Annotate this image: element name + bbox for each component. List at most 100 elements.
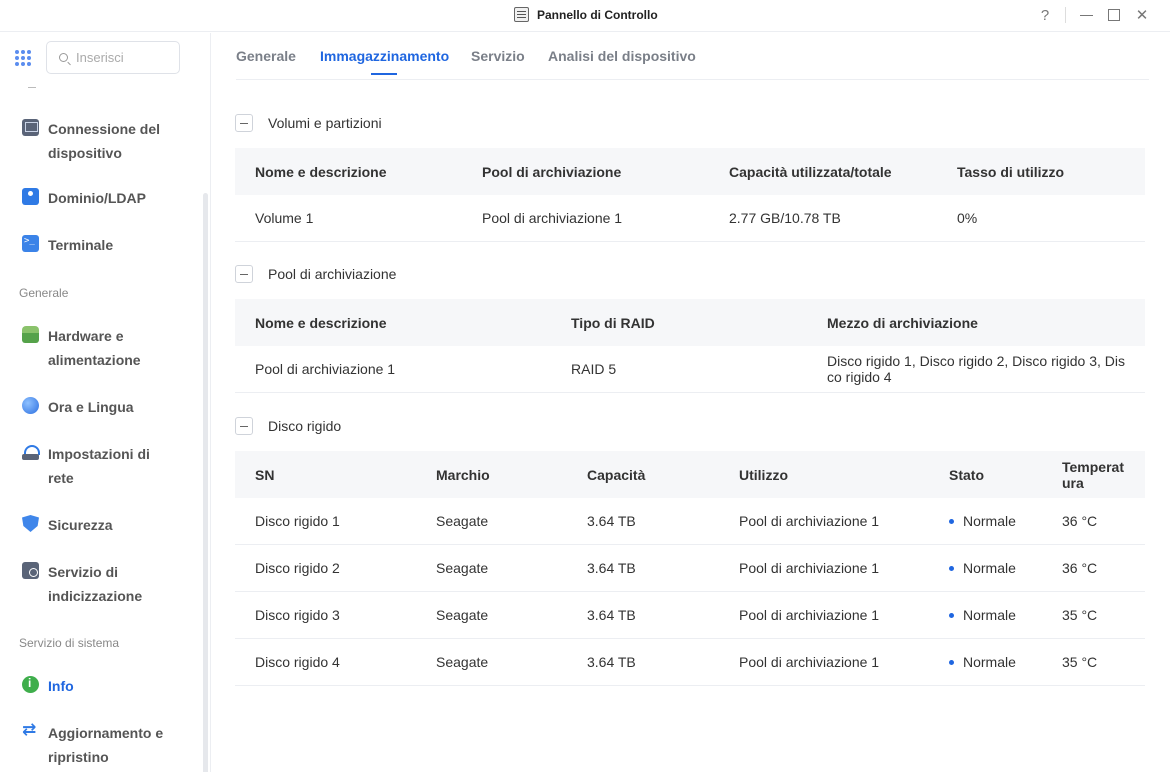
table-row[interactable]: Disco rigido 2 Seagate 3.64 TB Pool di a… <box>235 545 1145 592</box>
status-cell: Normale <box>949 498 1016 544</box>
table-cell: 35 °C <box>1062 654 1098 670</box>
controls-divider <box>1065 7 1066 23</box>
sidebar-scrollbar[interactable] <box>203 193 208 772</box>
table-cell: Pool di archiviazione 1 <box>739 513 880 529</box>
section-header-pools[interactable]: Pool di archiviazione <box>235 265 396 283</box>
table-cell: Pool di archiviazione 1 <box>482 210 623 226</box>
sidebar-item-label: Connessione del dispositivo <box>48 121 161 161</box>
tab-general[interactable]: Generale <box>236 48 296 64</box>
update-restore-icon <box>22 720 39 740</box>
apps-grid-icon[interactable] <box>15 50 31 66</box>
table-row[interactable]: Disco rigido 3 Seagate 3.64 TB Pool di a… <box>235 592 1145 639</box>
sidebar-item-security[interactable]: Sicurezza <box>22 513 178 537</box>
info-icon <box>22 676 39 693</box>
sidebar-item-indexing[interactable]: Servizio di indicizzazione <box>22 560 178 608</box>
help-icon[interactable]: ? <box>1031 4 1059 26</box>
status-dot-icon <box>949 612 954 618</box>
active-tab-indicator <box>371 73 397 75</box>
sidebar-item-network[interactable]: Impostazioni di rete <box>22 442 178 490</box>
sidebar-item-update-restore[interactable]: Aggiornamento e ripristino <box>22 720 178 769</box>
table-cell: Pool di archiviazione 1 <box>255 361 396 377</box>
status-dot-icon <box>949 565 954 571</box>
domain-ldap-icon <box>22 188 39 205</box>
minimize-icon <box>1079 14 1093 16</box>
collapse-icon[interactable] <box>235 114 253 132</box>
status-cell: Normale <box>949 639 1016 685</box>
table-cell: 36 °C <box>1062 560 1098 576</box>
network-icon <box>22 444 40 461</box>
table-cell: Pool di archiviazione 1 <box>739 654 880 670</box>
volumes-table: Nome e descrizione Pool di archiviazione… <box>235 148 1145 242</box>
sidebar-item-label: Info <box>48 678 74 694</box>
table-header: Nome e descrizione Tipo di RAID Mezzo di… <box>235 299 1145 346</box>
section-header-disks[interactable]: Disco rigido <box>235 417 341 435</box>
table-cell: Seagate <box>436 607 489 623</box>
status-dot-icon <box>949 659 954 665</box>
section-title: Disco rigido <box>268 418 342 434</box>
title-wrap: Pannello di Controllo <box>514 7 658 22</box>
table-cell: Disco rigido 1 <box>255 513 340 529</box>
column-header: Tipo di RAID <box>571 314 655 331</box>
status-text: Normale <box>963 654 1016 670</box>
table-cell: Disco rigido 1, Disco rigido 2, Disco ri… <box>827 353 1125 385</box>
table-cell: Seagate <box>436 654 489 670</box>
table-header: Nome e descrizione Pool di archiviazione… <box>235 148 1145 195</box>
column-header: Tasso di utilizzo <box>957 163 1065 180</box>
maximize-button[interactable] <box>1100 4 1128 26</box>
sidebar-item-time-language[interactable]: Ora e Lingua <box>22 395 178 419</box>
security-shield-icon <box>22 515 39 532</box>
sidebar-item-label: Sicurezza <box>48 517 113 533</box>
collapse-icon[interactable] <box>235 417 253 435</box>
tab-device-analysis[interactable]: Analisi del dispositivo <box>548 48 696 64</box>
sidebar-item-terminal[interactable]: Terminale <box>22 233 178 257</box>
hardware-power-icon <box>22 326 39 343</box>
column-header: Stato <box>949 466 984 483</box>
sidebar-item-label: Ora e Lingua <box>48 399 134 415</box>
sidebar: Connessione del dispositivo Dominio/LDAP… <box>0 33 211 772</box>
window-title: Pannello di Controllo <box>537 7 658 22</box>
sidebar-item-hardware[interactable]: Hardware e alimentazione <box>22 324 178 372</box>
sidebar-item-domain-ldap[interactable]: Dominio/LDAP <box>22 186 178 210</box>
sidebar-item-info[interactable]: Info <box>22 674 178 698</box>
tab-service[interactable]: Servizio <box>471 48 525 64</box>
table-cell: 3.64 TB <box>587 607 636 623</box>
collapse-icon[interactable] <box>235 265 253 283</box>
column-header: SN <box>255 466 275 483</box>
table-cell: 36 °C <box>1062 513 1098 529</box>
table-header: SN Marchio Capacità Utilizzo Stato Tempe… <box>235 451 1145 498</box>
table-cell: Disco rigido 3 <box>255 607 340 623</box>
search-box[interactable] <box>46 41 180 74</box>
table-row[interactable]: Disco rigido 1 Seagate 3.64 TB Pool di a… <box>235 498 1145 545</box>
table-cell: 3.64 TB <box>587 654 636 670</box>
disks-table: SN Marchio Capacità Utilizzo Stato Tempe… <box>235 451 1145 686</box>
column-header: Utilizzo <box>739 466 788 483</box>
title-bar: Pannello di Controllo ? ✕ <box>0 0 1170 32</box>
table-row[interactable]: Pool di archiviazione 1 RAID 5 Disco rig… <box>235 346 1145 393</box>
window-controls: ? ✕ <box>1031 4 1156 26</box>
table-cell: 3.64 TB <box>587 560 636 576</box>
table-row[interactable]: Volume 1 Pool di archiviazione 1 2.77 GB… <box>235 195 1145 242</box>
section-label-system: Servizio di sistema <box>19 636 120 650</box>
column-header: Capacità <box>587 466 646 483</box>
sidebar-item-label: Hardware e alimentazione <box>48 328 141 368</box>
close-icon[interactable]: ✕ <box>1128 4 1156 26</box>
table-cell: Pool di archiviazione 1 <box>739 560 880 576</box>
table-cell: 3.64 TB <box>587 513 636 529</box>
column-header: Capacità utilizzata/totale <box>729 163 892 180</box>
search-input[interactable] <box>76 50 166 65</box>
section-title: Volumi e partizioni <box>268 115 382 131</box>
minimize-button[interactable] <box>1072 4 1100 26</box>
sidebar-item-label: Terminale <box>48 237 114 253</box>
device-connection-icon <box>22 119 39 136</box>
table-cell: Disco rigido 2 <box>255 560 340 576</box>
status-dot-icon <box>949 518 954 524</box>
maximize-icon <box>1108 9 1120 21</box>
table-row[interactable]: Disco rigido 4 Seagate 3.64 TB Pool di a… <box>235 639 1145 686</box>
sidebar-item-device-connection[interactable]: Connessione del dispositivo <box>22 117 178 165</box>
table-cell: Volume 1 <box>255 210 314 226</box>
table-cell: 0% <box>957 210 978 226</box>
status-cell: Normale <box>949 592 1016 638</box>
section-header-volumes[interactable]: Volumi e partizioni <box>235 114 382 132</box>
section-title: Pool di archiviazione <box>268 266 397 282</box>
tab-storage[interactable]: Immagazzinamento <box>320 48 449 64</box>
